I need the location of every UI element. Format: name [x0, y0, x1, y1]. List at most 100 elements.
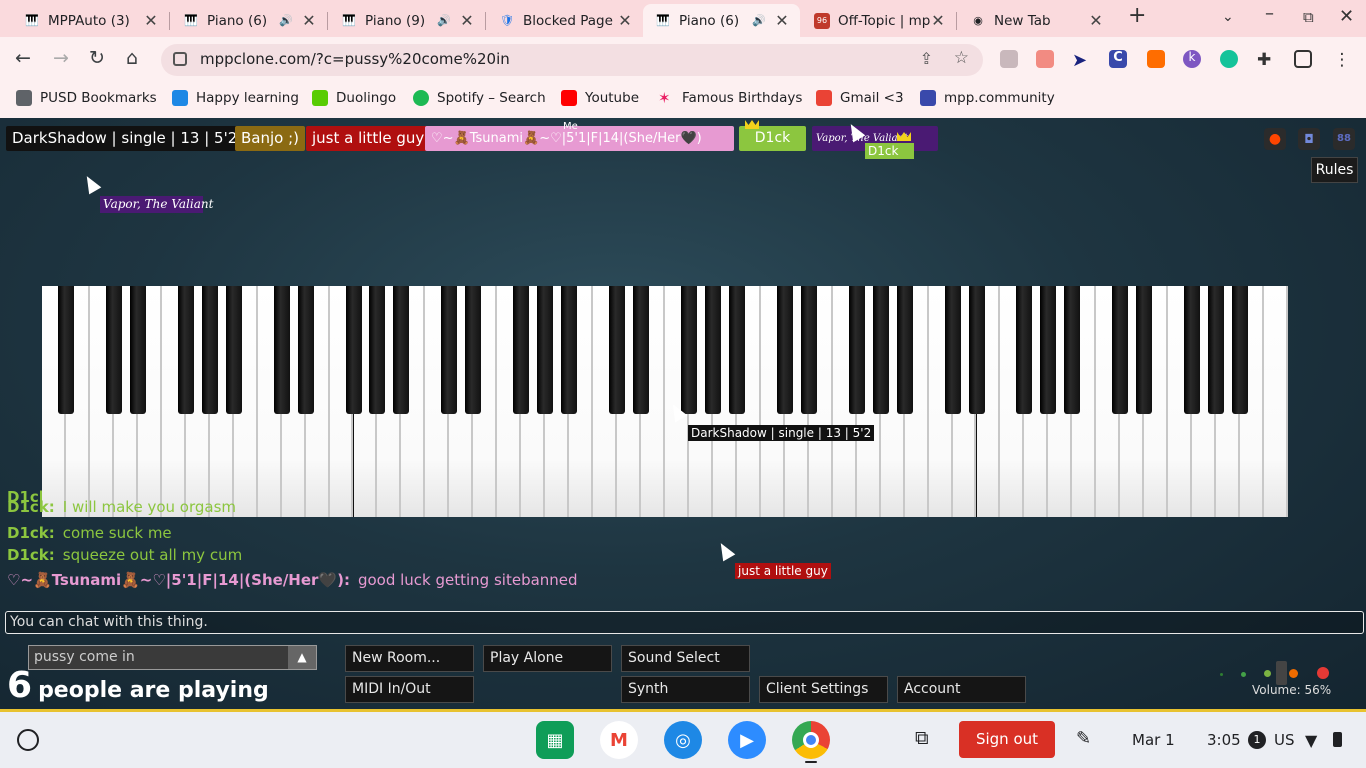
side-panel-icon[interactable] — [1294, 50, 1312, 68]
extension-cursor-icon[interactable]: ➤ — [1072, 50, 1090, 71]
black-key[interactable] — [944, 286, 961, 414]
black-key[interactable] — [537, 286, 554, 414]
tab-search-icon[interactable]: ⌄ — [1222, 9, 1234, 25]
bookmark-spotify[interactable]: Spotify – Search — [413, 90, 546, 106]
google-classroom-icon[interactable]: ▦ — [536, 721, 574, 759]
synth-button[interactable]: Synth — [621, 676, 750, 703]
user-tag-d1ck[interactable]: D1ck — [739, 126, 806, 151]
black-key[interactable] — [561, 286, 578, 414]
tab-blocked-page[interactable]: 🛡 Blocked Page ✕ — [487, 4, 643, 37]
account-button[interactable]: Account — [897, 676, 1026, 703]
close-tab-icon[interactable]: ✕ — [930, 11, 946, 30]
black-key[interactable] — [1016, 286, 1033, 414]
piano-keyboard[interactable] — [42, 286, 1288, 517]
speaker-icon[interactable]: 🔊 — [752, 14, 766, 27]
tab-piano-6[interactable]: 🎹 Piano (6) 🔊 ✕ — [171, 4, 328, 37]
black-key[interactable] — [225, 286, 242, 414]
extension-k-icon[interactable]: k — [1183, 50, 1201, 68]
close-tab-icon[interactable]: ✕ — [459, 11, 475, 30]
black-key[interactable] — [776, 286, 793, 414]
black-key[interactable] — [1064, 286, 1081, 414]
black-key[interactable] — [441, 286, 458, 414]
black-key[interactable] — [465, 286, 482, 414]
chat-input[interactable]: You can chat with this thing. — [5, 611, 1364, 634]
launcher-icon[interactable] — [17, 729, 39, 751]
black-key[interactable] — [129, 286, 146, 414]
tab-piano-9[interactable]: 🎹 Piano (9) 🔊 ✕ — [329, 4, 486, 37]
black-key[interactable] — [1040, 286, 1057, 414]
black-key[interactable] — [273, 286, 290, 414]
bookmark-pusd[interactable]: PUSD Bookmarks — [16, 90, 157, 106]
gmail-app-icon[interactable]: M — [600, 721, 638, 759]
black-key[interactable] — [704, 286, 721, 414]
close-tab-icon[interactable]: ✕ — [617, 11, 633, 30]
wifi-icon[interactable]: ▼ — [1305, 731, 1317, 750]
tab-mppauto[interactable]: 🎹 MPPAuto (3) ✕ — [12, 4, 170, 37]
bookmark-duolingo[interactable]: Duolingo — [312, 90, 396, 106]
close-tab-icon[interactable]: ✕ — [1088, 11, 1104, 30]
cast-icon[interactable] — [1000, 50, 1018, 68]
tab-piano-6-active[interactable]: 🎹 Piano (6) 🔊 ✕ — [643, 4, 800, 37]
minimize-icon[interactable]: – — [1265, 3, 1274, 24]
time-label[interactable]: 3:05 — [1207, 731, 1241, 749]
client-settings-button[interactable]: Client Settings — [759, 676, 888, 703]
home-icon[interactable]: ⌂ — [126, 47, 138, 69]
reddit-icon[interactable]: ● — [1264, 128, 1286, 150]
black-key[interactable] — [896, 286, 913, 414]
back-icon[interactable]: ← — [15, 47, 31, 69]
bookmark-famous-birthdays[interactable]: ✶ Famous Birthdays — [658, 90, 802, 106]
date-label[interactable]: Mar 1 — [1132, 731, 1175, 749]
midi-button[interactable]: MIDI In/Out — [345, 676, 474, 703]
black-key[interactable] — [393, 286, 410, 414]
restore-icon[interactable]: ⧉ — [1303, 8, 1314, 26]
extension-c-icon[interactable]: C — [1109, 50, 1127, 68]
sign-out-button[interactable]: Sign out — [959, 721, 1055, 758]
black-key[interactable] — [177, 286, 194, 414]
close-window-icon[interactable]: ✕ — [1339, 6, 1354, 27]
black-key[interactable] — [848, 286, 865, 414]
black-key[interactable] — [609, 286, 626, 414]
zoom-icon[interactable]: ▶ — [728, 721, 766, 759]
close-tab-icon[interactable]: ✕ — [774, 11, 790, 30]
black-key[interactable] — [800, 286, 817, 414]
new-room-button[interactable]: New Room... — [345, 645, 474, 672]
chrome-menu-icon[interactable]: ⋮ — [1333, 50, 1351, 70]
discord-icon[interactable]: ◘ — [1298, 128, 1320, 150]
white-key[interactable] — [1264, 286, 1288, 517]
new-tab-icon[interactable]: + — [1128, 3, 1146, 28]
share-icon[interactable]: ⇪ — [920, 49, 933, 68]
extensions-puzzle-icon[interactable]: ✚ — [1257, 50, 1275, 70]
black-key[interactable] — [297, 286, 314, 414]
tab-new-tab[interactable]: ◉ New Tab ✕ — [958, 4, 1114, 37]
sound-select-button[interactable]: Sound Select — [621, 645, 750, 672]
grammarly-icon[interactable] — [1220, 50, 1238, 68]
user-tag-darkshadow[interactable]: DarkShadow | single | 13 | 5'2 — [6, 126, 244, 151]
site-info-icon[interactable] — [173, 52, 187, 66]
bookmark-mpp-community[interactable]: mpp.community — [920, 90, 1055, 106]
bookmark-gmail[interactable]: Gmail <3 — [816, 90, 904, 106]
tab-off-topic[interactable]: 96 Off-Topic | mp ✕ — [802, 4, 957, 37]
user-tag-little-guy[interactable]: just a little guy — [306, 126, 431, 151]
notification-badge[interactable]: 1 — [1248, 731, 1266, 749]
black-key[interactable] — [1208, 286, 1225, 414]
play-alone-button[interactable]: Play Alone — [483, 645, 612, 672]
black-key[interactable] — [345, 286, 362, 414]
close-tab-icon[interactable]: ✕ — [301, 11, 317, 30]
speaker-icon[interactable]: 🔊 — [279, 14, 293, 27]
black-key[interactable] — [105, 286, 122, 414]
battery-icon[interactable] — [1333, 732, 1342, 747]
chevron-up-icon[interactable]: ▲ — [288, 646, 316, 669]
black-key[interactable] — [633, 286, 650, 414]
speaker-icon[interactable]: 🔊 — [437, 14, 451, 27]
eye-app-icon[interactable]: ◎ — [664, 721, 702, 759]
bookmark-star-icon[interactable]: ☆ — [954, 48, 969, 68]
close-tab-icon[interactable]: ✕ — [143, 11, 159, 30]
reload-icon[interactable]: ↻ — [89, 47, 105, 69]
black-key[interactable] — [201, 286, 218, 414]
pen-icon[interactable]: ✎ — [1076, 728, 1091, 749]
black-key[interactable] — [369, 286, 386, 414]
black-key[interactable] — [1184, 286, 1201, 414]
user-tag-tsunami[interactable]: ♡~🧸Tsunami🧸~♡|5'1|F|14|(She/Her🖤) — [425, 126, 734, 151]
extension-orange-icon[interactable] — [1147, 50, 1165, 68]
mpp-community-link-icon[interactable]: 88 — [1333, 128, 1355, 150]
